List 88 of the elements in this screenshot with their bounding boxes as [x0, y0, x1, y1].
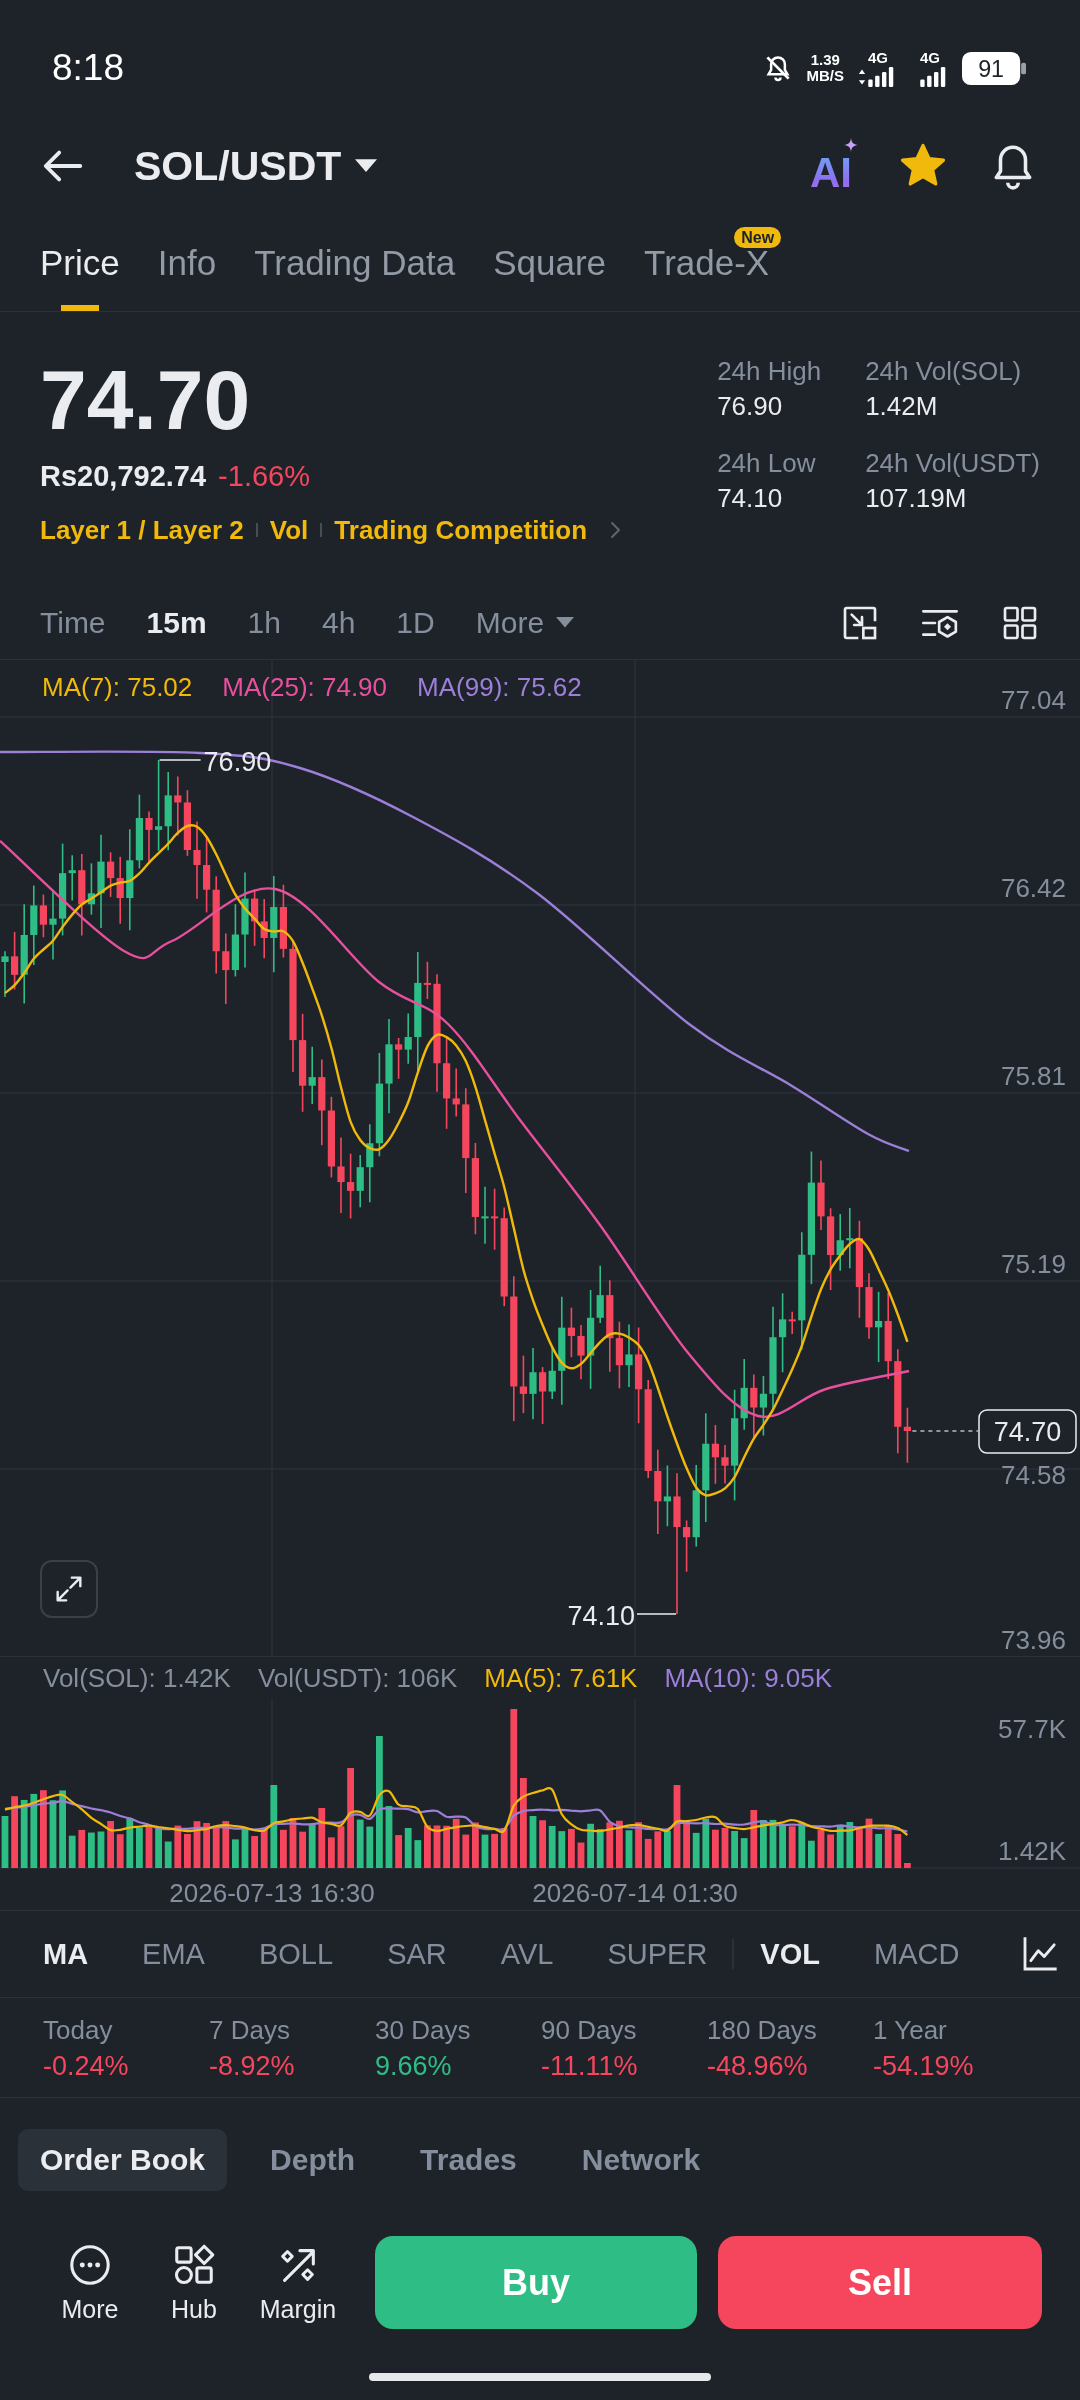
leader-line	[158, 759, 202, 761]
caret-icon	[355, 158, 378, 174]
stat-value: 74.10	[717, 482, 784, 515]
high-price-label: 76.90	[203, 747, 272, 777]
new-badge: New	[734, 227, 782, 248]
tab[interactable]: Trading Data	[254, 221, 456, 311]
ma-legend-label: MA(7): 75.02	[42, 671, 193, 704]
indicator-tab[interactable]: VOL	[760, 1934, 820, 1974]
volume-legend-label: MA(10): 9.05K	[664, 1662, 833, 1695]
date-axis-label: 2026-07-14 01:30	[532, 1878, 738, 1908]
interval-tab[interactable]: 15m	[146, 602, 207, 643]
date-axis-label: 2026-07-13 16:30	[169, 1878, 375, 1908]
tab[interactable]: Info	[157, 221, 217, 311]
price-axis-label: 75.81	[1000, 1061, 1066, 1091]
caret-icon	[556, 616, 575, 629]
tab[interactable]: Square	[493, 221, 607, 311]
stat-value: 1.42M	[865, 390, 939, 423]
stat-value: 107.19M	[865, 482, 968, 515]
tab[interactable]: Price	[40, 221, 120, 311]
pair-selector[interactable]: SOL/USDT	[134, 142, 378, 190]
indicator-tab[interactable]: SAR	[387, 1934, 447, 1974]
period-change: 9.66%	[375, 2050, 452, 2083]
section-tab[interactable]: Trades	[398, 2129, 539, 2191]
indicator-tab[interactable]: EMA	[142, 1934, 205, 1974]
stat-label: 24h Vol(SOL)	[865, 355, 1023, 387]
period-change: -11.11%	[541, 2050, 638, 2083]
last-price-tag: 74.70	[978, 1409, 1077, 1454]
price-axis-label: 73.96	[1000, 1625, 1066, 1655]
volume-legend-label: Vol(SOL): 1.42K	[43, 1662, 231, 1695]
price-axis-label: 77.04	[1000, 685, 1066, 715]
period-label: 1 Year	[873, 2014, 947, 2047]
period-label: 180 Days	[707, 2014, 817, 2047]
indicator-tab[interactable]: SUPER	[607, 1934, 708, 1974]
last-price: 74.70	[40, 355, 252, 445]
price-axis-label: 75.19	[1000, 1249, 1066, 1279]
period-label: 7 Days	[209, 2014, 290, 2047]
category-tag[interactable]: Trading Competition	[334, 512, 588, 548]
period-label: Today	[43, 2014, 113, 2047]
stat-label: 24h High	[717, 355, 823, 387]
toolbar-action[interactable]: Hub	[149, 2241, 239, 2324]
network-type: 4G	[920, 49, 941, 66]
volume-axis-label: 57.7K	[998, 1714, 1066, 1744]
signal-icon	[858, 66, 896, 87]
period-label: 30 Days	[375, 2014, 471, 2047]
network-speed: 1.39 MB/S	[806, 52, 844, 84]
period-change: -8.92%	[209, 2050, 295, 2083]
indicator-tab[interactable]: AVL	[500, 1934, 554, 1974]
interval-tab[interactable]: Time	[40, 602, 106, 643]
expand-chart-button[interactable]	[40, 1560, 98, 1618]
leader-line	[636, 1613, 677, 1615]
stat-label: 24h Low	[717, 447, 817, 479]
section-tab[interactable]: Network	[559, 2129, 723, 2191]
low-price-label: 74.10	[567, 1601, 635, 1631]
interval-tab[interactable]: 4h	[322, 602, 356, 643]
interval-tab[interactable]: 1h	[247, 602, 281, 643]
fiat-price: Rs20,792.74	[40, 459, 207, 494]
price-change: -1.66%	[218, 459, 310, 494]
period-change: -48.96%	[707, 2050, 808, 2083]
category-tag[interactable]: Vol	[269, 512, 309, 548]
period-label: 90 Days	[541, 2014, 637, 2047]
interval-tab[interactable]: 1D	[396, 602, 435, 643]
volume-legend-label: MA(5): 7.61K	[484, 1662, 638, 1695]
more-intervals-dropdown[interactable]: More	[475, 602, 575, 643]
buy-button[interactable]: Buy	[375, 2236, 697, 2329]
stat-value: 76.90	[717, 390, 784, 423]
price-axis-label: 74.58	[1000, 1460, 1066, 1490]
sell-button[interactable]: Sell	[718, 2236, 1042, 2329]
battery-indicator: 91	[962, 51, 1026, 85]
section-tab[interactable]: Order Book	[18, 2129, 228, 2191]
ma-legend-label: MA(99): 75.62	[417, 671, 582, 704]
indicator-tab[interactable]: BOLL	[258, 1934, 334, 1974]
period-change: -0.24%	[43, 2050, 129, 2083]
category-tag[interactable]: Layer 1 / Layer 2	[40, 512, 244, 548]
volume-axis-label: 1.42K	[998, 1836, 1066, 1866]
toolbar-action[interactable]: Margin	[253, 2241, 343, 2324]
stat-label: 24h Vol(USDT)	[865, 447, 1040, 479]
price-axis-label: 76.42	[1000, 873, 1066, 903]
toolbar-action[interactable]: More	[45, 2241, 135, 2324]
indicator-tab[interactable]: MACD	[874, 1934, 960, 1974]
section-tab[interactable]: Depth	[248, 2129, 378, 2191]
last-price-line	[911, 1430, 979, 1432]
volume-legend-label: Vol(USDT): 106K	[257, 1662, 458, 1695]
sparkle-icon	[844, 138, 858, 152]
ma-legend-label: MA(25): 74.90	[222, 671, 388, 704]
period-change: -54.19%	[873, 2050, 974, 2083]
network-type: 4G	[868, 49, 889, 66]
indicator-tab[interactable]: MA	[43, 1934, 89, 1974]
status-time: 8:18	[52, 47, 124, 89]
